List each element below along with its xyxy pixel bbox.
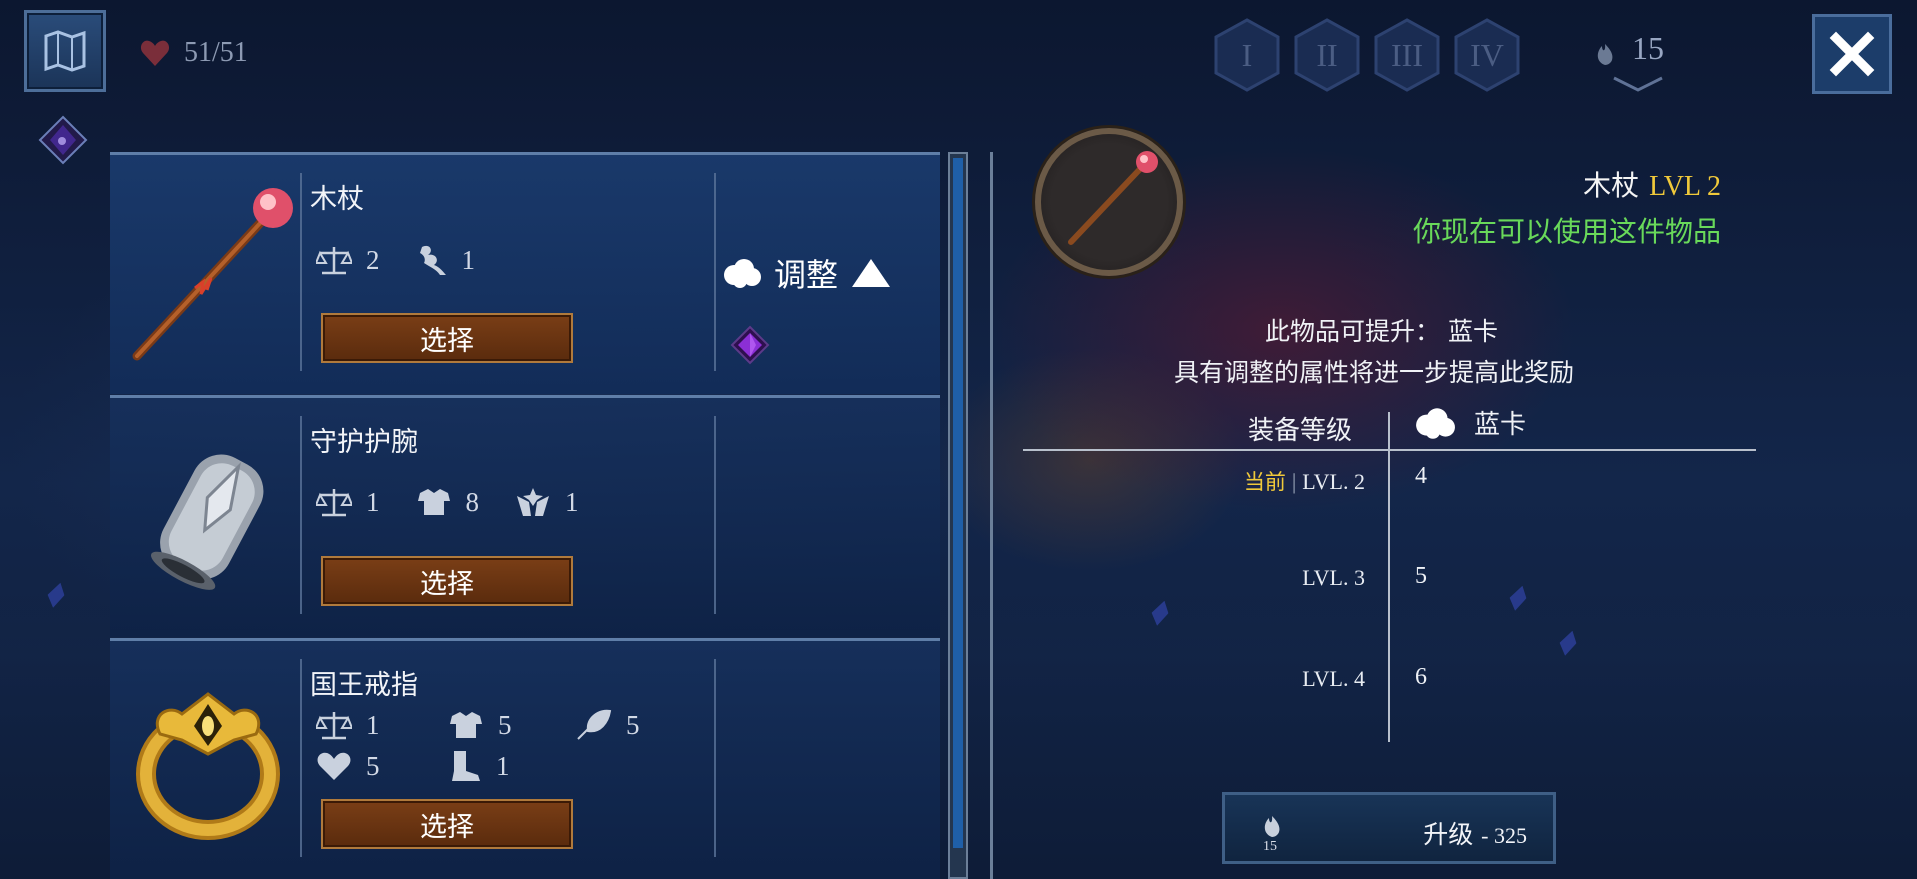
- divider: [300, 416, 302, 614]
- health-display: 51/51: [140, 36, 248, 70]
- list-item[interactable]: 守护护腕 1 8 1 选择: [110, 395, 940, 637]
- souls-counter: 15: [1594, 30, 1664, 67]
- guardian-bracer-image: [120, 416, 300, 616]
- table-row-value: 5: [1415, 563, 1427, 589]
- stat: 1: [448, 749, 510, 783]
- armor-icon: [450, 712, 482, 738]
- detail-item-level: LVL 2: [1649, 171, 1721, 202]
- upgrade-button[interactable]: 15 升级 - 325: [1222, 792, 1556, 864]
- close-icon: [1829, 31, 1875, 77]
- holy-hands-icon: [517, 488, 549, 516]
- souls-value: 15: [1632, 30, 1664, 66]
- arcane-hand-icon: [419, 245, 446, 275]
- panel-divider: [990, 152, 993, 879]
- stat: 1: [416, 243, 475, 277]
- health-value: 51/51: [184, 37, 248, 68]
- item-name: 国王戒指: [310, 670, 418, 701]
- item-stats: 1 5 5: [316, 709, 676, 741]
- divider: [300, 173, 302, 371]
- select-button[interactable]: 选择: [321, 799, 573, 849]
- feather-icon: [577, 709, 612, 740]
- stat: 1: [316, 487, 380, 518]
- divider: [714, 416, 716, 614]
- purple-gem-icon: [730, 325, 770, 365]
- stat: 8: [416, 487, 479, 518]
- map-icon: [44, 30, 86, 72]
- upgrade-label: 升级 - 325: [1423, 820, 1527, 849]
- item-medallion: [1035, 128, 1183, 276]
- heart-icon: [140, 40, 170, 66]
- usable-status: 你现在可以使用这件物品: [1412, 215, 1721, 248]
- divider: [300, 659, 302, 857]
- tier-hex-3[interactable]: III: [1374, 18, 1440, 92]
- current-label: 当前: [1243, 471, 1286, 494]
- attunement-indicator: 调整: [722, 250, 892, 296]
- cloud-icon: [1416, 407, 1455, 439]
- cloud-icon: [724, 259, 761, 288]
- soul-flame-icon: [1264, 816, 1280, 837]
- tier-selector: I II III IV: [1214, 18, 1520, 92]
- select-button[interactable]: 选择: [321, 313, 573, 363]
- item-stats: 2 1: [316, 243, 511, 277]
- upgrade-note: 具有调整的属性将进一步提高此奖励: [1174, 358, 1575, 387]
- stat: 2: [316, 245, 380, 276]
- stat: 1: [515, 486, 579, 518]
- wooden-staff-image: [120, 173, 300, 373]
- detail-title: 木杖 LVL 2: [1583, 164, 1721, 204]
- upgrade-info: 此物品可提升： 蓝卡: [1265, 317, 1498, 346]
- tier-hex-4[interactable]: IV: [1454, 18, 1520, 92]
- item-name: 守护护腕: [310, 427, 418, 458]
- table-column-line: [1388, 412, 1390, 742]
- wooden-staff-image: [1068, 151, 1158, 245]
- scrollbar-thumb[interactable]: [953, 158, 963, 848]
- balance-scale-icon: [316, 247, 352, 275]
- menu-button[interactable]: [24, 10, 106, 92]
- stat: 1: [316, 710, 412, 741]
- item-name: 木杖: [310, 184, 364, 215]
- table-row-level: 当前 | LVL. 2: [1243, 469, 1365, 494]
- table-header-stat: 蓝卡: [1414, 404, 1526, 441]
- stat: 5: [448, 710, 540, 741]
- list-item[interactable]: 木杖 2 1 选择 调整: [110, 152, 940, 394]
- table-row-level: LVL. 4: [1302, 666, 1365, 691]
- table-row-value: 4: [1415, 463, 1427, 489]
- crystal-gem-icon: [38, 115, 88, 165]
- balance-scale-icon: [316, 712, 352, 740]
- list-scrollbar[interactable]: [948, 152, 968, 879]
- divider: [714, 173, 716, 371]
- stat: 5: [576, 709, 640, 741]
- close-button[interactable]: [1812, 14, 1892, 94]
- detail-item-name: 木杖: [1583, 169, 1640, 202]
- triangle-up-icon: [852, 259, 891, 287]
- tier-hex-2[interactable]: II: [1294, 18, 1360, 92]
- stat: 5: [316, 751, 412, 782]
- tier-hex-1[interactable]: I: [1214, 18, 1280, 92]
- table-header-level: 装备等级: [1248, 416, 1353, 446]
- item-stats: 1 8 1: [316, 486, 615, 518]
- chevron-down-icon[interactable]: [1612, 76, 1664, 94]
- boot-icon: [452, 751, 480, 781]
- item-stats: 5 1: [316, 749, 546, 783]
- balance-scale-icon: [316, 489, 352, 517]
- upgrade-souls-count: 15: [1263, 839, 1277, 854]
- select-button[interactable]: 选择: [321, 556, 573, 606]
- kings-ring-image: [120, 659, 300, 859]
- armor-icon: [417, 489, 450, 515]
- soul-flame-icon: [1597, 43, 1613, 65]
- item-list: 木杖 2 1 选择 调整 守护护腕 1 8 1 选择 国王戒指 1 5 5 5 …: [110, 152, 940, 879]
- table-row-level: LVL. 3: [1302, 565, 1365, 590]
- attunement-label: 调整: [774, 256, 839, 294]
- list-item[interactable]: 国王戒指 1 5 5 5 1 选择: [110, 638, 940, 879]
- divider: [714, 659, 716, 857]
- heart-icon: [317, 752, 351, 780]
- table-row-value: 6: [1415, 664, 1427, 690]
